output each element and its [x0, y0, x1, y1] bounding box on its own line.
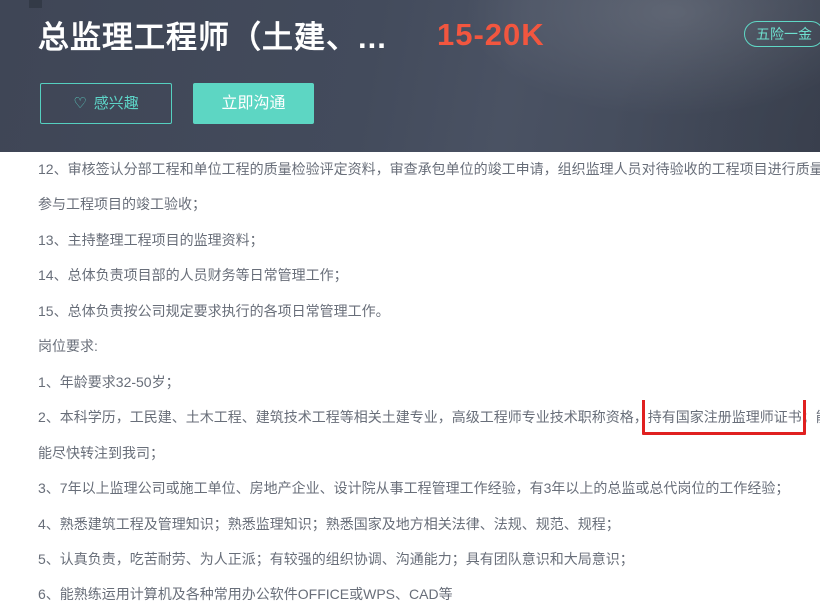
- job-description-line: 15、总体负责按公司规定要求执行的各项日常管理工作。: [0, 294, 820, 329]
- job-title: 总监理工程师（土建、...: [38, 12, 387, 57]
- job-description-line-annotated: 2、本科学历，工民建、土木工程、建筑技术工程等相关土建专业，高级工程师专业技术职…: [0, 400, 820, 435]
- requirement-text-after: ；能: [802, 409, 820, 425]
- red-annotation-box: 持有国家注册监理师证书: [648, 409, 802, 425]
- salary-text: 15-20K: [437, 17, 545, 53]
- job-header: 总监理工程师（土建、... 15-20K 五险一金 ♡ 感兴趣 立即沟通: [0, 0, 820, 152]
- interested-button-label: 感兴趣: [94, 95, 139, 112]
- job-description-line: 12、审核签认分部工程和单位工程的质量检验评定资料，审查承包单位的竣工申请，组织…: [0, 152, 820, 187]
- chat-now-button[interactable]: 立即沟通: [193, 83, 314, 124]
- job-description-line: 能尽快转注到我司；: [0, 436, 820, 471]
- benefit-badge: 五险一金: [744, 21, 820, 47]
- interested-button[interactable]: ♡ 感兴趣: [40, 83, 172, 124]
- job-description-line: 参与工程项目的竣工验收；: [0, 187, 820, 222]
- job-requirements-heading: 岗位要求:: [0, 329, 820, 364]
- job-description-line: 5、认真负责，吃苦耐劳、为人正派；有较强的组织协调、沟通能力；具有团队意识和大局…: [0, 542, 820, 577]
- job-description-line: 4、熟悉建筑工程及管理知识；熟悉监理知识；熟悉国家及地方相关法律、法规、规范、规…: [0, 507, 820, 542]
- job-description-line: 6、能熟练运用计算机及各种常用办公软件OFFICE或WPS、CAD等: [0, 577, 820, 612]
- job-description-line: 13、主持整理工程项目的监理资料；: [0, 223, 820, 258]
- dark-notch: [29, 0, 42, 8]
- job-description-line: 3、7年以上监理公司或施工单位、房地产企业、设计院从事工程管理工作经验，有3年以…: [0, 471, 820, 506]
- job-detail-page: 总监理工程师（土建、... 15-20K 五险一金 ♡ 感兴趣 立即沟通 12、审…: [0, 0, 820, 613]
- heart-icon: ♡: [73, 95, 86, 112]
- requirement-text-before: 2、本科学历，工民建、土木工程、建筑技术工程等相关土建专业，高级工程师专业技术职…: [38, 409, 648, 425]
- job-description: 12、审核签认分部工程和单位工程的质量检验评定资料，审查承包单位的竣工申请，组织…: [0, 152, 820, 613]
- job-description-line: 14、总体负责项目部的人员财务等日常管理工作；: [0, 258, 820, 293]
- job-description-line: 1、年龄要求32-50岁；: [0, 365, 820, 400]
